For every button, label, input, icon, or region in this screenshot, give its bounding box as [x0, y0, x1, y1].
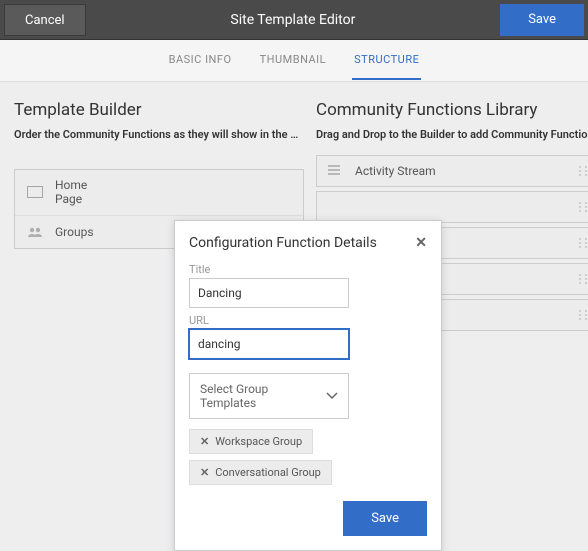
title-input[interactable] — [189, 278, 349, 308]
close-icon[interactable]: ✕ — [415, 235, 427, 251]
modal-save-button[interactable]: Save — [343, 501, 427, 536]
tab-bar: BASIC INFO THUMBNAIL STRUCTURE — [0, 40, 588, 82]
chevron-down-icon — [326, 392, 338, 400]
remove-chip-icon[interactable]: ✕ — [200, 466, 209, 479]
chip-label: Workspace Group — [215, 435, 302, 448]
page-title: Site Template Editor — [86, 12, 501, 28]
drag-handle-icon[interactable] — [578, 309, 588, 321]
title-label: Title — [189, 263, 427, 276]
page-icon — [25, 184, 45, 200]
drag-handle-icon[interactable] — [578, 165, 588, 177]
builder-title: Template Builder — [14, 100, 304, 120]
builder-subtitle: Order the Community Functions as they wi… — [14, 128, 304, 141]
chip-conversational-group: ✕ Conversational Group — [189, 460, 332, 485]
drag-handle-icon[interactable] — [578, 273, 588, 285]
groups-icon — [25, 224, 45, 240]
builder-item-label: HomePage — [55, 178, 293, 207]
drag-handle-icon[interactable] — [578, 237, 588, 249]
library-title: Community Functions Library — [316, 100, 588, 120]
library-item[interactable] — [316, 191, 588, 223]
tab-thumbnail[interactable]: THUMBNAIL — [258, 41, 329, 80]
modal-title: Configuration Function Details — [189, 235, 377, 251]
library-item-label: Activity Stream — [355, 164, 436, 178]
modal-header: Configuration Function Details ✕ — [189, 235, 427, 251]
library-subtitle: Drag and Drop to the Builder to add Comm… — [316, 128, 588, 141]
modal-footer: Save — [189, 501, 427, 536]
tab-basic-info[interactable]: BASIC INFO — [167, 41, 234, 80]
save-button[interactable]: Save — [500, 4, 584, 36]
chip-workspace-group: ✕ Workspace Group — [189, 429, 313, 454]
stream-icon — [327, 164, 345, 178]
tab-structure[interactable]: STRUCTURE — [352, 41, 421, 80]
group-templates-select[interactable]: Select Group Templates — [189, 373, 349, 419]
builder-item-home[interactable]: HomePage — [15, 170, 303, 216]
cancel-button[interactable]: Cancel — [4, 4, 86, 36]
url-label: URL — [189, 314, 427, 327]
library-item-activity-stream[interactable]: Activity Stream — [316, 155, 588, 187]
drag-handle-icon[interactable] — [578, 201, 588, 213]
config-function-modal: Configuration Function Details ✕ Title U… — [174, 220, 442, 551]
header-bar: Cancel Site Template Editor Save — [0, 0, 588, 40]
selected-chips: ✕ Workspace Group ✕ Conversational Group — [189, 429, 427, 485]
url-input[interactable] — [189, 329, 349, 359]
remove-chip-icon[interactable]: ✕ — [200, 435, 209, 448]
select-label: Select Group Templates — [200, 382, 326, 410]
chip-label: Conversational Group — [215, 466, 321, 479]
